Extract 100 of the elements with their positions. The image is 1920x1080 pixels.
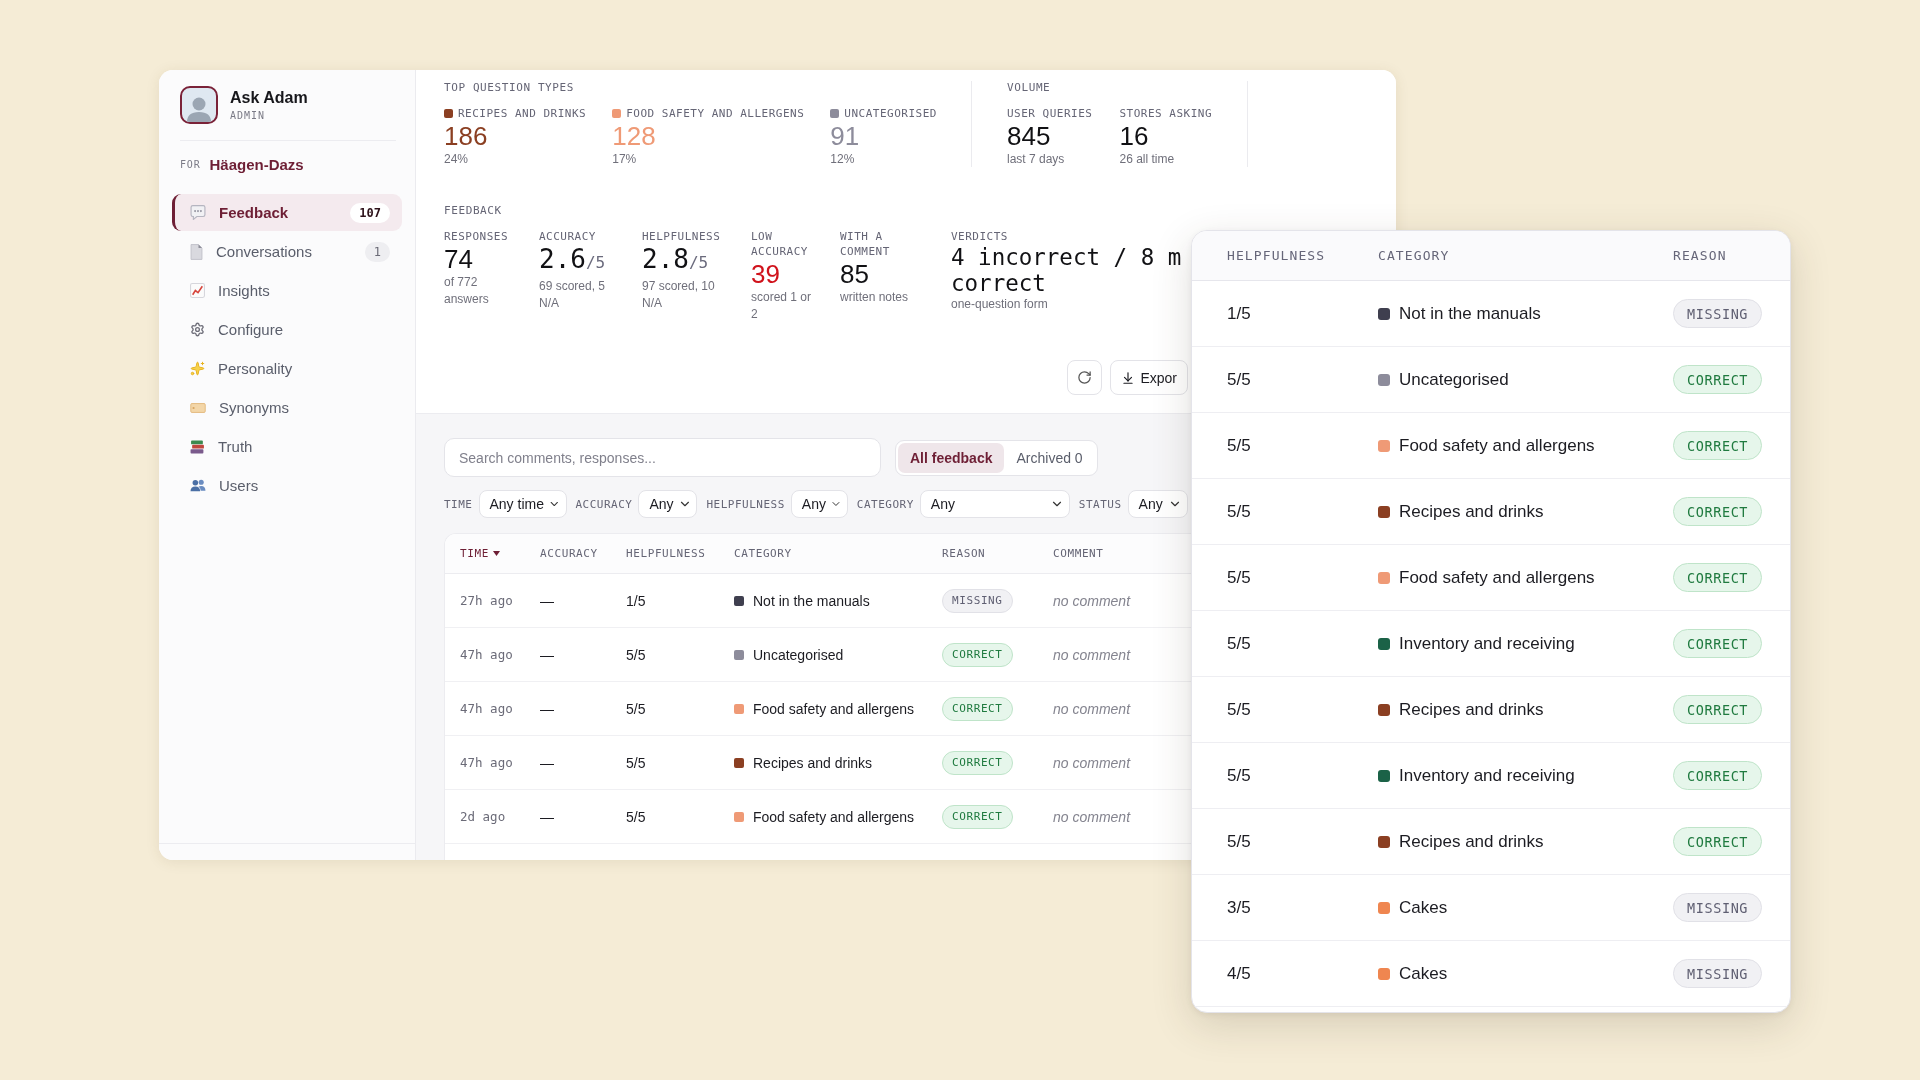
- stat-value: 85: [840, 259, 869, 289]
- helpfulness-cell: 1/5: [626, 592, 646, 609]
- nav-item[interactable]: Users: [172, 467, 402, 504]
- category-cell: Recipes and drinks: [1399, 501, 1544, 522]
- search-field[interactable]: Search comments, responses...: [444, 438, 881, 477]
- filter-tab[interactable]: Archived 0: [1004, 442, 1095, 473]
- column-header[interactable]: COMMENT: [1053, 547, 1104, 560]
- stat-label: FOOD SAFETY AND ALLERGENS: [626, 106, 805, 121]
- column-header: HELPFULNESS: [1227, 248, 1326, 263]
- helpfulness-cell: 5/5: [1227, 633, 1251, 654]
- reason-badge: CORRECT: [1673, 497, 1763, 526]
- column-header: REASON: [1673, 248, 1727, 263]
- category-cell: Not in the manuals: [1399, 303, 1541, 324]
- stat-value: 186: [444, 121, 488, 151]
- filter-select[interactable]: Any: [638, 490, 698, 518]
- refresh-button[interactable]: [1067, 360, 1103, 395]
- reason-badge: CORRECT: [1673, 563, 1763, 592]
- filter-label: CATEGORY: [856, 497, 914, 511]
- nav-item[interactable]: Personality: [172, 350, 402, 387]
- nav-item[interactable]: Truth: [172, 428, 402, 465]
- reason-badge: CORRECT: [1673, 827, 1763, 856]
- time-cell: 2d ago: [460, 809, 506, 824]
- stat-label: UNCATEGORISED: [844, 106, 937, 121]
- helpfulness-cell: 5/5: [626, 700, 646, 717]
- helpfulness-cell: 5/5: [1227, 765, 1251, 786]
- stat-value: 2.6/5: [539, 244, 606, 276]
- category-cell: Inventory and receiving: [1399, 633, 1575, 654]
- column-header[interactable]: REASON: [942, 547, 986, 560]
- filter-tab[interactable]: All feedback: [898, 442, 1005, 473]
- helpfulness-cell: 5/5: [1227, 567, 1251, 588]
- count-badge: 1: [364, 241, 390, 262]
- section-title: FEEDBACK: [444, 204, 502, 217]
- helpfulness-cell: 5/5: [1227, 369, 1251, 390]
- stat-label: STORES ASKING: [1119, 106, 1213, 121]
- filter-select[interactable]: Any: [1127, 490, 1188, 518]
- avatar-icon: [180, 86, 218, 124]
- stat-note: 69 scored, 5 N/A: [539, 278, 607, 312]
- reason-badge: CORRECT: [1673, 629, 1763, 658]
- filter-label: STATUS: [1078, 497, 1122, 511]
- nav-item[interactable]: Configure: [172, 311, 402, 348]
- column-header[interactable]: ACCURACY: [540, 547, 598, 560]
- accuracy-cell: —: [540, 808, 554, 825]
- nav-item[interactable]: Feedback 107: [172, 194, 402, 231]
- stat-value: 128: [612, 121, 656, 151]
- section-title: TOP QUESTION TYPES: [444, 81, 574, 94]
- nav-item[interactable]: Synonyms: [172, 389, 402, 426]
- helpfulness-cell: 4/5: [1227, 963, 1251, 984]
- column-header: CATEGORY: [1378, 248, 1450, 263]
- reason-badge: MISSING: [942, 588, 1013, 613]
- document-icon: [190, 243, 203, 260]
- stat-label: LOW ACCURACY: [751, 229, 809, 259]
- category-cell: Recipes and drinks: [1399, 831, 1544, 852]
- reason-badge: CORRECT: [1673, 365, 1763, 394]
- category-cell: Not in the manuals: [753, 592, 870, 609]
- comment-cell: no comment: [1053, 700, 1131, 717]
- filter-select[interactable]: Any: [919, 490, 1070, 518]
- time-cell: 47h ago: [460, 755, 513, 770]
- nav-item[interactable]: Conversations 1: [172, 233, 402, 270]
- stat-note: of 772 answers: [444, 274, 490, 308]
- column-header[interactable]: HELPFULNESS: [626, 547, 706, 560]
- reason-badge: CORRECT: [1673, 431, 1763, 460]
- comment-cell: no comment: [1053, 592, 1131, 609]
- category-cell: Uncategorised: [753, 646, 844, 663]
- reason-badge: CORRECT: [942, 696, 1013, 721]
- category-cell: Food safety and allergens: [1399, 435, 1595, 456]
- accuracy-cell: —: [540, 646, 554, 663]
- reason-badge: MISSING: [1673, 299, 1763, 328]
- helpfulness-cell: 1/5: [1227, 303, 1251, 324]
- time-cell: 27h ago: [460, 593, 513, 608]
- filter-label: HELPFULNESS: [706, 497, 785, 511]
- export-button[interactable]: Expor: [1110, 360, 1188, 395]
- stat-note: 17%: [612, 151, 637, 167]
- stat-label: WITH A COMMENT: [840, 229, 891, 259]
- filter-label: TIME: [444, 497, 473, 511]
- comment-cell: no comment: [1053, 646, 1131, 663]
- category-cell: Uncategorised: [1399, 369, 1509, 390]
- stat-note: written notes: [840, 289, 909, 306]
- reason-badge: CORRECT: [942, 804, 1013, 829]
- helpfulness-cell: 3/5: [1227, 897, 1251, 918]
- helpfulness-cell: 5/5: [1227, 699, 1251, 720]
- sparkles-icon: [190, 361, 205, 376]
- refresh-icon: [1077, 370, 1093, 385]
- column-header[interactable]: TIME: [460, 547, 500, 560]
- stat-note: 97 scored, 10 N/A: [642, 278, 716, 312]
- accuracy-cell: —: [540, 592, 554, 609]
- nav-item[interactable]: Insights: [172, 272, 402, 309]
- column-header[interactable]: CATEGORY: [734, 547, 792, 560]
- stat-value: 91: [830, 121, 860, 151]
- stat-label: RESPONSES: [444, 229, 509, 244]
- section-title: VOLUME: [1007, 81, 1051, 94]
- filter-label: ACCURACY: [575, 497, 633, 511]
- filter-select[interactable]: Any time: [478, 490, 567, 518]
- reason-badge: CORRECT: [1673, 761, 1763, 790]
- category-cell: Recipes and drinks: [753, 754, 873, 771]
- stat-label: USER QUERIES: [1007, 106, 1093, 121]
- helpfulness-cell: 5/5: [1227, 501, 1251, 522]
- helpfulness-cell: 5/5: [1227, 435, 1251, 456]
- gear-icon: [190, 322, 205, 337]
- time-cell: 47h ago: [460, 701, 513, 716]
- filter-select[interactable]: Any: [790, 490, 848, 518]
